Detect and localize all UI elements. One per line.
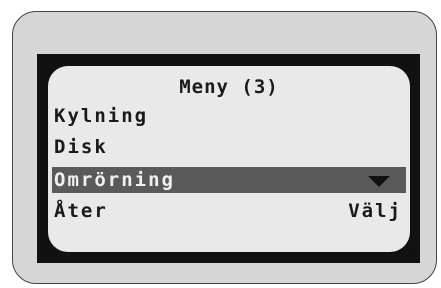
- menu-item-label: Omrörning: [54, 169, 175, 191]
- select-softkey[interactable]: Välj: [348, 198, 402, 224]
- menu-item-kylning[interactable]: Kylning: [52, 103, 406, 129]
- menu-item-omrorning[interactable]: Omrörning: [52, 167, 406, 193]
- device-panel: Meny (3) Kylning Disk Omrörning Åter Väl…: [12, 11, 437, 284]
- display-bezel: Meny (3) Kylning Disk Omrörning Åter Väl…: [37, 54, 420, 263]
- softkey-row: Åter Välj: [52, 198, 406, 224]
- triangle-down-icon: [368, 176, 390, 187]
- menu-item-disk[interactable]: Disk: [52, 134, 406, 160]
- menu-item-label: Kylning: [54, 105, 149, 127]
- menu-item-label: Disk: [54, 136, 108, 158]
- menu-title: Meny (3): [179, 76, 279, 98]
- lcd-screen: Meny (3) Kylning Disk Omrörning Åter Väl…: [48, 66, 410, 252]
- back-softkey[interactable]: Åter: [54, 198, 108, 224]
